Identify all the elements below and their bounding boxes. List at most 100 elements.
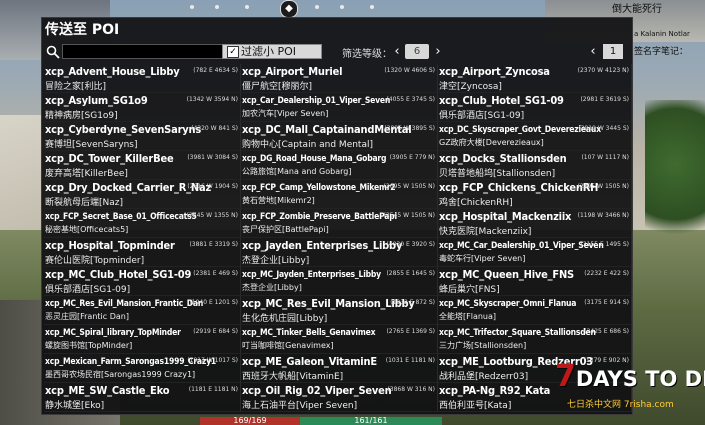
poi-name: xcp_DG_Road_House_Mana_Gobarg	[242, 154, 387, 164]
poi-localized-name: 僵尸航空[穆丽尔]	[242, 82, 313, 92]
poi-item[interactable]: xcp_Asylum_SG1o9 (1342 W 3594 N) 精神病房[SG1o…	[44, 93, 241, 122]
poi-name: xcp_FCP_Zombie_Preserve_BattlePapi	[242, 212, 397, 222]
poi-item[interactable]: xcp_Airport_Muriel (1320 W 4606 S) 僵尸航空[穆丽…	[241, 64, 438, 93]
poi-localized-name: 生化危机庄园[Libby]	[242, 314, 328, 324]
poi-localized-name: 秘密基地[Officecats5]	[45, 225, 129, 234]
poi-item[interactable]: xcp_DC_Tower_KillerBee (3981 W 3084 S) 废弃高…	[44, 151, 241, 180]
poi-name: xcp_Oil_Rig_02_Viper_Seven	[242, 384, 392, 397]
poi-localized-name: 杰登企业[Libby]	[242, 283, 302, 292]
poi-name: xcp_Dry_Docked_Carrier_R_Naz	[45, 181, 212, 194]
poi-item[interactable]: xcp_Car_Dealership_01_Viper_Seven (4055 E…	[241, 93, 438, 122]
poi-name: xcp_FCP_Chickens_ChickenRH	[439, 181, 599, 194]
compass-marker	[215, 5, 219, 9]
poi-name: xcp_MC_Trifector_Square_Stallionsden	[439, 328, 596, 338]
poi-coordinates: (3175 E 914 S)	[584, 299, 629, 306]
poi-name: xcp_MC_Car_Dealership_01_Viper_Seven	[439, 241, 604, 251]
poi-item[interactable]: xcp_MC_Trifector_Square_Stallionsden (242…	[438, 325, 632, 354]
poi-item[interactable]: xcp_Dry_Docked_Carrier_R_Naz (2616 W 1904…	[44, 180, 241, 209]
poi-item[interactable]: xcp_Advent_House_Libby (782 E 4634 S) 冒险之家…	[44, 64, 241, 93]
poi-item[interactable]: xcp_Docks_Stallionsden (107 W 1117 N) 贝塔普地…	[438, 151, 632, 180]
page-prev-button[interactable]: ‹	[587, 43, 599, 60]
poi-item[interactable]: xcp_DC_Mall_CaptainandMental (3895 W 3895…	[241, 122, 438, 151]
poi-item[interactable]: xcp_Oil_Rig_02_Viper_Seven (3868 W 316 N)…	[241, 383, 438, 412]
compass-marker	[370, 5, 374, 9]
level-next-button[interactable]: ›	[432, 43, 444, 60]
poi-name: xcp_Advent_House_Libby	[45, 65, 180, 78]
poi-name: xcp_Hospital_Mackenziix	[439, 210, 572, 223]
poi-localized-name: 叮当咖啡馆[Genavimex]	[242, 341, 334, 350]
poi-item[interactable]: xcp_DG_Road_House_Mana_Gobarg (3905 E 779…	[241, 151, 438, 180]
poi-localized-name: 俱乐部酒店[SG1-09]	[45, 285, 131, 295]
poi-item[interactable]: xcp_FCP_Camp_Yellowstone_Mikemr2 (2695 W …	[241, 180, 438, 209]
poi-coordinates: (1940 E 1201 S)	[189, 299, 238, 306]
poi-item[interactable]: xcp_Mexican_Farm_Sarongas1999_Crazy1 (191…	[44, 354, 241, 383]
poi-item[interactable]: xcp_MC_Spiral_library_TopMinder (2919 E 6…	[44, 325, 241, 354]
poi-item[interactable]: xcp_Cyberdyne_SevenSaryns (4320 W 841 S) 赛…	[44, 122, 241, 151]
poi-localized-name: 购物中心[Captain and Mental]	[242, 140, 373, 150]
poi-coordinates: (3981 W 3084 S)	[187, 154, 238, 161]
poi-item[interactable]: xcp_MC_Tinker_Bells_Genavimex (2765 E 136…	[241, 325, 438, 354]
poi-coordinates: (2919 E 684 S)	[193, 328, 238, 335]
poi-item[interactable]: xcp_FCP_Chickens_ChickenRH (2395 W 1505 N…	[438, 180, 632, 209]
poi-coordinates: (2695 W 1505 N)	[383, 183, 435, 190]
poi-item[interactable]: xcp_Hospital_Topminder (3881 E 3319 S) 赛伦山…	[44, 238, 241, 267]
poi-coordinates: (2370 W 4123 N)	[577, 67, 629, 74]
page-number[interactable]: 1	[603, 44, 623, 59]
compass-center-icon: ◆	[280, 0, 298, 18]
poi-localized-name: 津空[Zyncosa]	[439, 82, 502, 92]
poi-coordinates: (2545 W 1505 N)	[383, 212, 435, 219]
poi-name: xcp_Airport_Muriel	[242, 65, 343, 78]
poi-item[interactable]: xcp_ME_Galeon_VitaminE (1031 E 1181 N) 西班牙…	[241, 354, 438, 383]
poi-item[interactable]: xcp_MC_Queen_Hive_FNS (2232 E 422 S) 蜂后巢穴[…	[438, 267, 632, 296]
poi-item[interactable]: xcp_Jayden_Enterprises_Libby (4030 E 3920…	[241, 238, 438, 267]
poi-localized-name: 加农汽车[Viper Seven]	[242, 109, 329, 118]
poi-coordinates: (2855 E 1645 S)	[386, 270, 435, 277]
poi-localized-name: 黄石营地[Mikemr2]	[242, 196, 315, 205]
poi-item[interactable]: xcp_MC_Car_Dealership_01_Viper_Seven (315…	[438, 238, 632, 267]
poi-name: xcp_Airport_Zyncosa	[439, 65, 550, 78]
poi-item[interactable]: xcp_MC_Club_Hotel_SG1-09 (2381 E 469 S) 俱乐…	[44, 267, 241, 296]
logo-subtitle: 七日杀中文网 7risha.com	[567, 400, 674, 410]
search-input[interactable]	[62, 44, 232, 59]
poi-item[interactable]: xcp_MC_Jayden_Enterprises_Libby (2855 E 1…	[241, 267, 438, 296]
game-logo: 7DAYS TO DIE 七日杀中文网 7risha.com	[555, 357, 705, 417]
teleport-poi-panel: 传送至 POI ✓ 过滤小 POI 筛选等级： ‹ 6 › ‹ 1 xcp_Ad…	[41, 17, 633, 415]
poi-coordinates: (2232 E 422 S)	[584, 270, 629, 277]
poi-item[interactable]: xcp_Hospital_Mackenziix (1198 W 3466 N) 快克…	[438, 209, 632, 238]
poi-coordinates: (1031 E 1181 N)	[385, 357, 435, 364]
poi-item[interactable]: xcp_MC_Res_Evil_Mansion_Libby (1932 E 872…	[241, 296, 438, 325]
poi-item[interactable]: xcp_Airport_Zyncosa (2370 W 4123 N) 津空[Zyn…	[438, 64, 632, 93]
poi-item[interactable]: xcp_Club_Hotel_SG1-09 (2981 E 3619 S) 俱乐部酒…	[438, 93, 632, 122]
poi-name: xcp_MC_Res_Evil_Mansion_Frantic_Dan	[45, 299, 204, 309]
filter-checkbox[interactable]: ✓	[227, 46, 239, 58]
poi-coordinates: (2981 E 3619 S)	[580, 96, 629, 103]
side-note-label: 签名字笔记：	[634, 47, 689, 57]
health-bar: 169/169	[200, 417, 300, 425]
poi-localized-name: 螺旋图书馆[TopMinder]	[45, 341, 133, 350]
poi-coordinates: (1181 E 1181 N)	[188, 386, 238, 393]
poi-localized-name: 墨西哥农场民宿[Sarongas1999 Crazy1]	[45, 370, 196, 379]
compass-marker	[245, 5, 249, 9]
poi-item[interactable]: xcp_MC_Skyscraper_Omni_Flanua (3175 E 914…	[438, 296, 632, 325]
poi-localized-name: 精神病房[SG1o9]	[45, 111, 118, 121]
poi-item[interactable]: xcp_FCP_Secret_Base_01_Officecats5 (2245 …	[44, 209, 241, 238]
poi-item[interactable]: xcp_DC_Skyscraper_Govt_Deverezieaux (3919…	[438, 122, 632, 151]
poi-item[interactable]: xcp_ME_SW_Castle_Eko (1181 E 1181 N) 静水城堡[…	[44, 383, 241, 412]
poi-localized-name: 俱乐部酒店[SG1-09]	[439, 111, 525, 121]
poi-name: xcp_Car_Dealership_01_Viper_Seven	[242, 96, 391, 106]
poi-item[interactable]: xcp_MC_Res_Evil_Mansion_Frantic_Dan (1940…	[44, 296, 241, 325]
level-value[interactable]: 6	[405, 44, 429, 59]
poi-localized-name: 蜂后巢穴[FNS]	[439, 285, 500, 295]
poi-name: xcp_FCP_Secret_Base_01_Officecats5	[45, 212, 197, 222]
poi-name: xcp_MC_Queen_Hive_FNS	[439, 268, 574, 281]
poi-name: xcp_MC_Tinker_Bells_Genavimex	[242, 328, 376, 338]
filter-small-poi-toggle[interactable]: ✓ 过滤小 POI	[222, 44, 322, 59]
poi-name: xcp_MC_Club_Hotel_SG1-09	[45, 268, 192, 281]
poi-name: xcp_Asylum_SG1o9	[45, 94, 148, 107]
background-tree	[645, 100, 705, 260]
level-prev-button[interactable]: ‹	[391, 43, 403, 60]
poi-item[interactable]: xcp_FCP_Zombie_Preserve_BattlePapi (2545 …	[241, 209, 438, 238]
poi-localized-name: 废弃高塔[KillerBee]	[45, 169, 128, 179]
poi-coordinates: (3155 E 1495 S)	[580, 241, 629, 248]
poi-coordinates: (2425 E 686 S)	[584, 328, 629, 335]
